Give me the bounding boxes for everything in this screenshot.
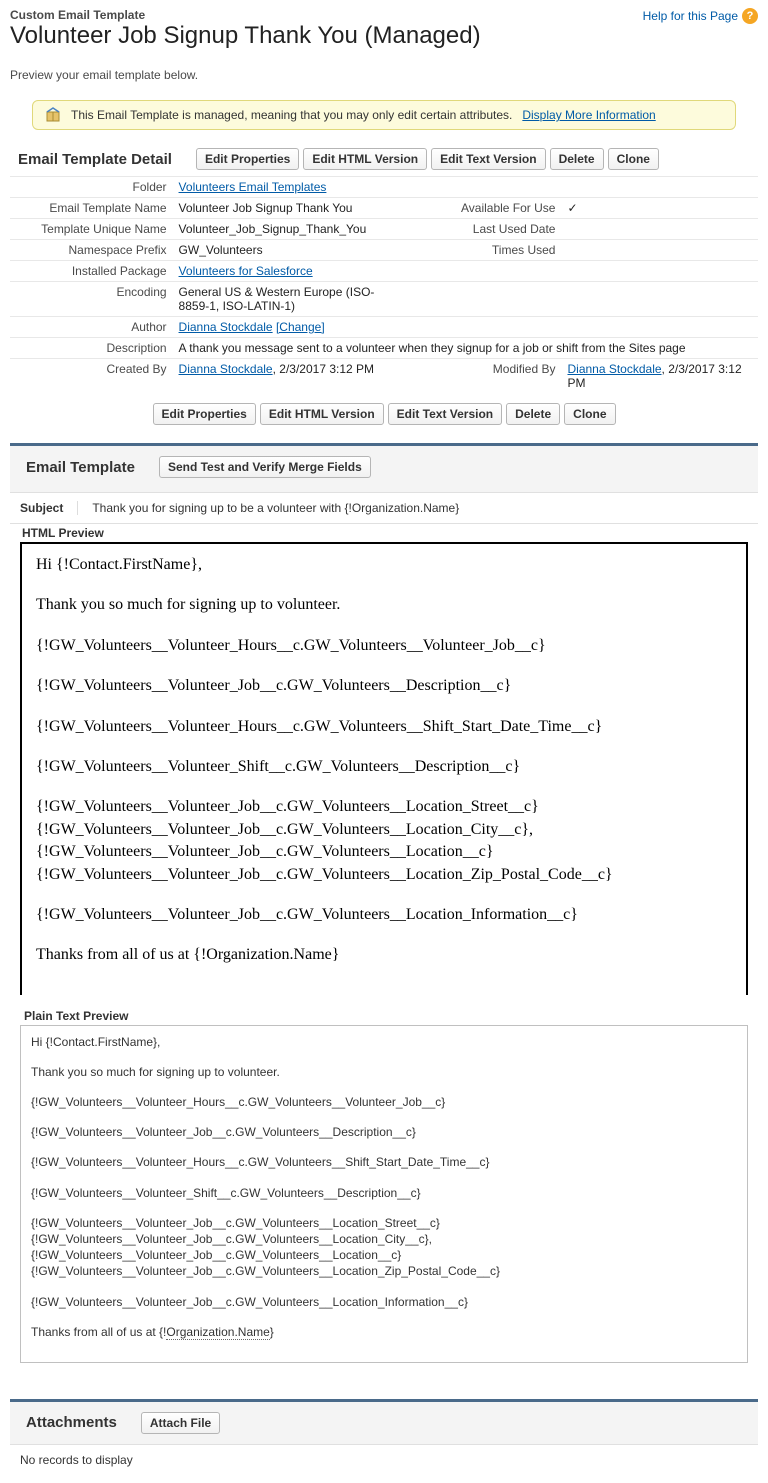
managed-banner-text: This Email Template is managed, meaning …	[71, 108, 512, 122]
template-name-value: Volunteer Job Signup Thank You	[175, 198, 399, 219]
help-link-text: Help for this Page	[643, 9, 738, 23]
encoding-label: Encoding	[10, 282, 175, 317]
help-icon: ?	[742, 8, 758, 24]
preview-note: Preview your email template below.	[10, 68, 758, 82]
html-loc-1: {!GW_Volunteers__Volunteer_Job__c.GW_Vol…	[36, 796, 732, 818]
available-check: ✓	[563, 198, 758, 219]
modified-by-link[interactable]: Dianna Stockdale	[567, 362, 661, 376]
plain-loc-1: {!GW_Volunteers__Volunteer_Job__c.GW_Vol…	[31, 1215, 737, 1231]
send-test-button[interactable]: Send Test and Verify Merge Fields	[159, 456, 371, 478]
page-title: Volunteer Job Signup Thank You (Managed)	[10, 22, 481, 50]
plain-preview-box: Hi {!Contact.FirstName}, Thank you so mu…	[20, 1025, 748, 1363]
html-preview-box: Hi {!Contact.FirstName}, Thank you so mu…	[20, 542, 748, 995]
detail-table: Folder Volunteers Email Templates Email …	[10, 176, 758, 393]
edit-text-button[interactable]: Edit Text Version	[431, 148, 545, 170]
html-greeting: Hi {!Contact.FirstName},	[36, 554, 732, 576]
plain-merge-1: {!GW_Volunteers__Volunteer_Hours__c.GW_V…	[31, 1094, 737, 1110]
subject-bar: Subject Thank you for signing up to be a…	[10, 492, 758, 524]
html-intro: Thank you so much for signing up to volu…	[36, 594, 732, 616]
plain-loc-4: {!GW_Volunteers__Volunteer_Job__c.GW_Vol…	[31, 1263, 737, 1279]
html-merge-4: {!GW_Volunteers__Volunteer_Shift__c.GW_V…	[36, 756, 732, 778]
installed-pkg-label: Installed Package	[10, 261, 175, 282]
installed-pkg-link[interactable]: Volunteers for Salesforce	[179, 264, 313, 278]
last-used-label: Last Used Date	[399, 219, 564, 240]
plain-intro: Thank you so much for signing up to volu…	[31, 1064, 737, 1080]
page-type: Custom Email Template	[10, 8, 481, 22]
created-by-date: , 2/3/2017 3:12 PM	[273, 362, 374, 376]
description-value: A thank you message sent to a volunteer …	[175, 338, 758, 359]
author-label: Author	[10, 317, 175, 338]
folder-link[interactable]: Volunteers Email Templates	[179, 180, 327, 194]
template-section-title: Email Template	[18, 459, 135, 476]
plain-loc-2: {!GW_Volunteers__Volunteer_Job__c.GW_Vol…	[31, 1231, 737, 1247]
help-link[interactable]: Help for this Page ?	[643, 8, 758, 24]
created-by-label: Created By	[10, 359, 175, 394]
edit-properties-button-bottom[interactable]: Edit Properties	[153, 403, 256, 425]
delete-button-bottom[interactable]: Delete	[506, 403, 560, 425]
clone-button-bottom[interactable]: Clone	[564, 403, 615, 425]
template-name-label: Email Template Name	[10, 198, 175, 219]
edit-properties-button[interactable]: Edit Properties	[196, 148, 299, 170]
package-icon	[45, 107, 61, 123]
html-location-block: {!GW_Volunteers__Volunteer_Job__c.GW_Vol…	[36, 796, 732, 886]
plain-merge-4: {!GW_Volunteers__Volunteer_Shift__c.GW_V…	[31, 1185, 737, 1201]
html-preview-label: HTML Preview	[10, 524, 758, 542]
html-closing: Thanks from all of us at {!Organization.…	[36, 944, 732, 966]
attachments-empty: No records to display	[10, 1444, 758, 1475]
times-used-value	[563, 240, 758, 261]
plain-preview-label: Plain Text Preview	[10, 995, 758, 1025]
modified-by-label: Modified By	[399, 359, 564, 394]
delete-button[interactable]: Delete	[550, 148, 604, 170]
unique-name-value: Volunteer_Job_Signup_Thank_You	[175, 219, 399, 240]
plain-location-block: {!GW_Volunteers__Volunteer_Job__c.GW_Vol…	[31, 1215, 737, 1280]
unique-name-label: Template Unique Name	[10, 219, 175, 240]
edit-html-button-bottom[interactable]: Edit HTML Version	[260, 403, 384, 425]
subject-label: Subject	[20, 501, 78, 515]
edit-text-button-bottom[interactable]: Edit Text Version	[388, 403, 502, 425]
html-merge-2: {!GW_Volunteers__Volunteer_Job__c.GW_Vol…	[36, 675, 732, 697]
available-label: Available For Use	[399, 198, 564, 219]
plain-closing: Thanks from all of us at {!Organization.…	[31, 1324, 737, 1340]
plain-greeting: Hi {!Contact.FirstName},	[31, 1034, 737, 1050]
subject-value: Thank you for signing up to be a volunte…	[92, 501, 459, 515]
namespace-value: GW_Volunteers	[175, 240, 399, 261]
author-change-link[interactable]: [Change]	[276, 320, 325, 334]
namespace-label: Namespace Prefix	[10, 240, 175, 261]
author-link[interactable]: Dianna Stockdale	[179, 320, 273, 334]
plain-merge-5: {!GW_Volunteers__Volunteer_Job__c.GW_Vol…	[31, 1294, 737, 1310]
attachments-section: Attachments Attach File No records to di…	[10, 1399, 758, 1475]
last-used-value	[563, 219, 758, 240]
times-used-label: Times Used	[399, 240, 564, 261]
attachments-title: Attachments	[18, 1414, 117, 1431]
created-by-link[interactable]: Dianna Stockdale	[179, 362, 273, 376]
org-name-merge-link[interactable]: Organization.Name	[166, 1325, 269, 1340]
encoding-value: General US & Western Europe (ISO-8859-1,…	[175, 282, 399, 317]
html-merge-5: {!GW_Volunteers__Volunteer_Job__c.GW_Vol…	[36, 904, 732, 926]
clone-button[interactable]: Clone	[608, 148, 659, 170]
display-more-info-link[interactable]: Display More Information	[522, 108, 655, 122]
description-label: Description	[10, 338, 175, 359]
attach-file-button[interactable]: Attach File	[141, 1412, 220, 1434]
html-loc-2: {!GW_Volunteers__Volunteer_Job__c.GW_Vol…	[36, 819, 732, 841]
managed-banner: This Email Template is managed, meaning …	[32, 100, 736, 130]
html-merge-3: {!GW_Volunteers__Volunteer_Hours__c.GW_V…	[36, 716, 732, 738]
html-loc-4: {!GW_Volunteers__Volunteer_Job__c.GW_Vol…	[36, 864, 732, 886]
plain-loc-3: {!GW_Volunteers__Volunteer_Job__c.GW_Vol…	[31, 1247, 737, 1263]
plain-merge-3: {!GW_Volunteers__Volunteer_Hours__c.GW_V…	[31, 1154, 737, 1170]
detail-section-title: Email Template Detail	[10, 151, 172, 168]
folder-label: Folder	[10, 177, 175, 198]
html-merge-1: {!GW_Volunteers__Volunteer_Hours__c.GW_V…	[36, 635, 732, 657]
plain-merge-2: {!GW_Volunteers__Volunteer_Job__c.GW_Vol…	[31, 1124, 737, 1140]
edit-html-button[interactable]: Edit HTML Version	[303, 148, 427, 170]
html-loc-3: {!GW_Volunteers__Volunteer_Job__c.GW_Vol…	[36, 841, 732, 863]
template-section: Email Template Send Test and Verify Merg…	[10, 443, 758, 1363]
